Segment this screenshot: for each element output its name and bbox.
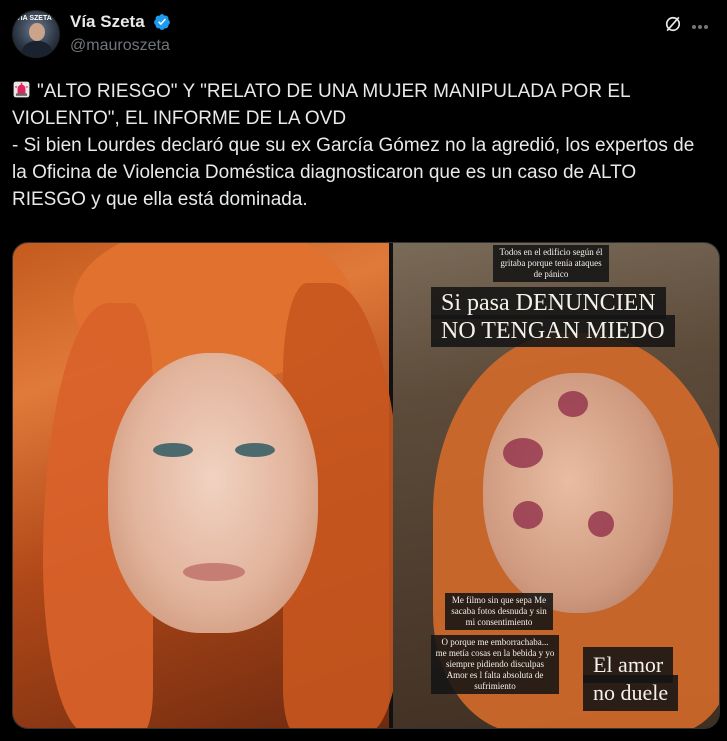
photo-right[interactable]: Todos en el edificio según él gritaba po… (393, 243, 719, 728)
siren-icon (13, 81, 30, 98)
display-name[interactable]: Vía Szeta (70, 12, 145, 32)
caption-mid-small: Me filmo sin que sepa Me sacaba fotos de… (445, 593, 553, 630)
tweet-line-1: "ALTO RIESGO" Y "RELATO DE UNA MUJER MAN… (12, 81, 630, 129)
more-icon[interactable] (691, 16, 713, 34)
handle[interactable]: @mauroszeta (70, 37, 171, 55)
avatar-logo: VÍA SZETA (16, 15, 52, 22)
caption-top-small: Todos en el edificio según él gritaba po… (493, 245, 609, 282)
tweet-media[interactable]: Todos en el edificio según él gritaba po… (12, 242, 720, 729)
caption-main-2: NO TENGAN MIEDO (431, 315, 675, 347)
avatar[interactable]: VÍA SZETA (12, 10, 60, 58)
verified-icon (154, 14, 170, 30)
tweet-headline: "ALTO RIESGO" Y "RELATO DE UNA MUJER MAN… (12, 78, 712, 132)
grok-icon[interactable] (663, 14, 683, 34)
author-block[interactable]: Vía Szeta @mauroszeta (70, 12, 171, 55)
photo-left[interactable] (13, 243, 403, 728)
caption-low-small: O porque me emborrachaba... me metía cos… (431, 635, 559, 694)
tweet-header: VÍA SZETA Vía Szeta @mauroszeta (12, 8, 713, 60)
tweet-line-2: - Si bien Lourdes declaró que su ex Garc… (12, 135, 695, 210)
tweet-text: "ALTO RIESGO" Y "RELATO DE UNA MUJER MAN… (12, 78, 712, 213)
caption-bottom-2: no duele (583, 675, 679, 711)
